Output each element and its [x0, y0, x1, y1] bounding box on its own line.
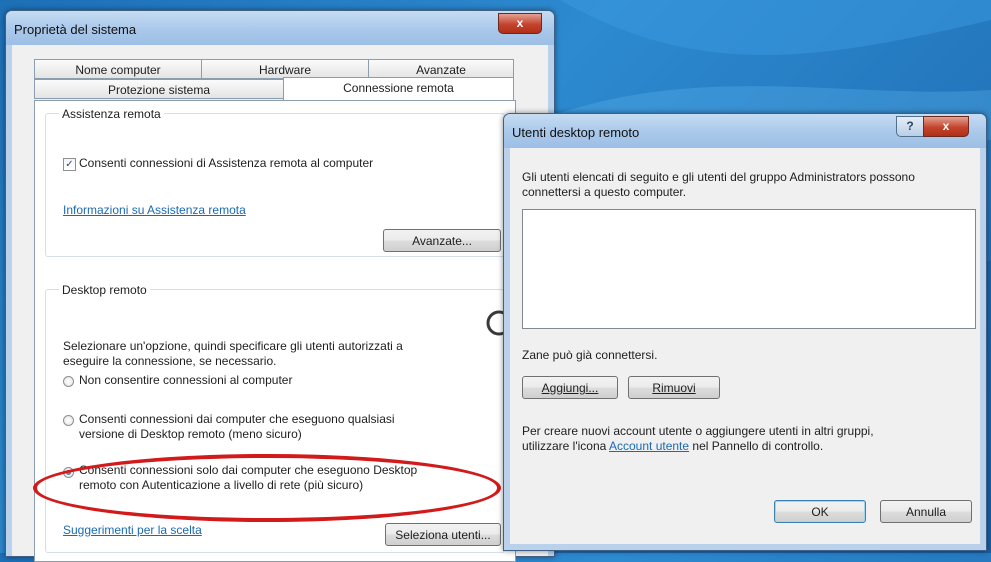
desktop-description: Selezionare un'opzione, quindi specifica… — [63, 339, 403, 353]
radio-label-2: versione di Desktop remoto (meno sicuro) — [79, 427, 302, 441]
tab-label: Protezione sistema — [107, 83, 211, 97]
select-users-button[interactable]: Seleziona utenti... — [385, 523, 501, 546]
desktop-description-2: eseguire la connessione, se necessario. — [63, 354, 277, 368]
tab-label: Nome computer — [75, 63, 161, 77]
title-bar[interactable]: Proprietà del sistema x — [6, 11, 554, 45]
dialog-body: Gli utenti elencati di seguito e gli ute… — [510, 148, 980, 544]
dialog-close-button[interactable]: x — [923, 116, 969, 137]
radio-label: Non consentire connessioni al computer — [79, 373, 293, 387]
close-icon: x — [942, 119, 950, 133]
ok-button[interactable]: OK — [774, 500, 866, 523]
button-label: Avanzate... — [412, 234, 472, 248]
button-label: Seleziona utenti... — [395, 528, 491, 542]
group-label: Desktop remoto — [59, 283, 150, 297]
footer-text-2: utilizzare l'icona Account utente nel Pa… — [522, 439, 823, 454]
tab-label: Connessione remota — [343, 81, 454, 95]
info-assistenza-link[interactable]: Informazioni su Assistenza remota — [63, 203, 246, 217]
tab-connessione-remota[interactable]: Connessione remota — [283, 77, 514, 101]
dialog-title: Utenti desktop remoto — [512, 125, 640, 140]
help-choice-link[interactable]: Suggerimenti per la scelta — [63, 523, 202, 537]
status-text: Zane può già connettersi. — [522, 348, 658, 362]
tab-hardware[interactable]: Hardware — [201, 59, 369, 79]
tab-avanzate[interactable]: Avanzate — [368, 59, 514, 79]
advanced-button[interactable]: Avanzate... — [383, 229, 501, 252]
remove-button[interactable]: Rimuovi — [628, 376, 720, 399]
cancel-button[interactable]: Annulla — [880, 500, 972, 523]
dialog-title-bar[interactable]: Utenti desktop remoto ? x — [504, 114, 986, 148]
button-label: Annulla — [905, 505, 947, 519]
checkbox-label: Consenti connessioni di Assistenza remot… — [79, 156, 374, 170]
dialog-intro-2: connettersi a questo computer. — [522, 185, 687, 199]
radio-label: Consenti connessioni dai computer che es… — [79, 412, 395, 426]
assistenza-checkbox[interactable]: ✓ — [63, 158, 76, 171]
button-label: Aggiungi... — [541, 381, 599, 395]
close-icon: x — [516, 16, 524, 30]
account-utente-link[interactable]: Account utente — [609, 439, 689, 453]
dialog-intro: Gli utenti elencati di seguito e gli ute… — [522, 170, 915, 184]
add-button[interactable]: Aggiungi... — [522, 376, 618, 399]
close-button[interactable]: x — [498, 13, 542, 34]
tab-label: Hardware — [258, 63, 312, 77]
help-button[interactable]: ? — [896, 116, 924, 137]
group-label: Assistenza remota — [59, 107, 164, 121]
radio-any-version[interactable] — [63, 415, 74, 426]
button-label: Rimuovi — [652, 381, 696, 395]
footer-prefix: utilizzare l'icona — [522, 439, 609, 453]
highlight-ellipse — [33, 454, 501, 522]
footer-text: Per creare nuovi account utente o aggiun… — [522, 424, 874, 438]
radio-no-connections[interactable] — [63, 376, 74, 387]
footer-suffix: nel Pannello di controllo. — [689, 439, 824, 453]
remote-desktop-users-dialog: Utenti desktop remoto ? x Gli utenti ele… — [503, 113, 987, 551]
tab-label: Avanzate — [416, 63, 466, 77]
window-title: Proprietà del sistema — [14, 22, 137, 37]
tab-protezione-sistema[interactable]: Protezione sistema — [34, 79, 284, 99]
tab-nome-computer[interactable]: Nome computer — [34, 59, 202, 79]
users-listbox[interactable] — [522, 209, 976, 329]
help-icon: ? — [906, 119, 914, 133]
button-label: OK — [811, 505, 829, 519]
